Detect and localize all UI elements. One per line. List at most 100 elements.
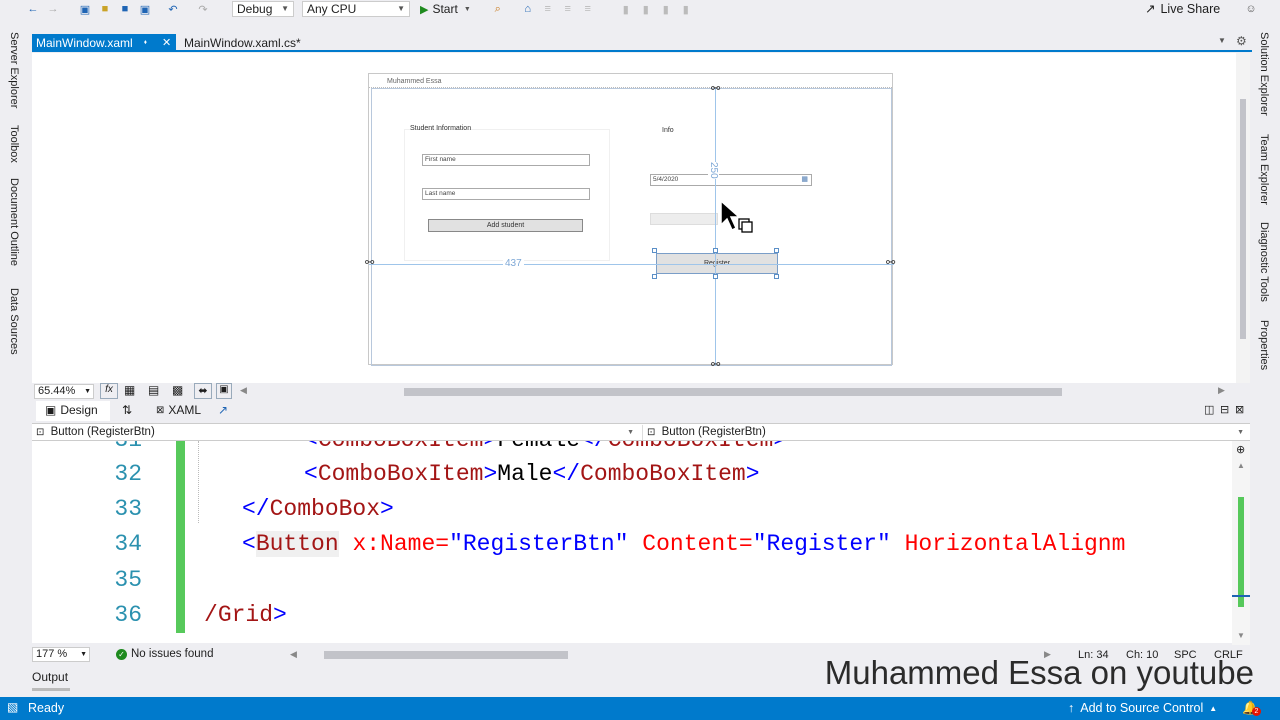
- chevron-down-icon: ▼: [281, 4, 289, 13]
- editor-vscroll-thumb[interactable]: [1238, 497, 1244, 607]
- swap-panes-icon[interactable]: ⇅: [122, 403, 132, 417]
- first-name-textbox[interactable]: First name: [422, 154, 590, 166]
- element-breadcrumb-left[interactable]: ⊡ Button (RegisterBtn) ▼: [32, 425, 638, 440]
- back-icon[interactable]: ←: [24, 1, 42, 17]
- resize-handle[interactable]: [652, 274, 657, 279]
- margin-anchor-left-icon[interactable]: ⚯: [365, 256, 374, 269]
- designer-vertical-scrollbar[interactable]: [1236, 53, 1250, 383]
- breadcrumb: ⊡ Button (RegisterBtn) ▼ ⊡ Button (Regis…: [32, 423, 1250, 441]
- issues-indicator[interactable]: ✓ No issues found: [116, 648, 213, 660]
- grid-icon[interactable]: ▦: [124, 383, 135, 397]
- save-icon[interactable]: ■: [116, 1, 134, 17]
- last-name-textbox[interactable]: Last name: [422, 188, 590, 200]
- forward-icon[interactable]: →: [44, 1, 62, 17]
- toolbar-icon-f[interactable]: ▮: [677, 1, 695, 17]
- editor-vertical-scrollbar[interactable]: ⊕ ▲ ▼: [1232, 441, 1250, 645]
- toolbar-icon-b[interactable]: ≡: [559, 1, 577, 17]
- settings-gear-icon[interactable]: ⚙: [1236, 34, 1247, 48]
- group-header: Student Information: [410, 125, 472, 132]
- code-token: ComboBoxItem: [318, 441, 484, 453]
- solution-explorer-tab[interactable]: Solution Explorer: [1258, 32, 1270, 116]
- popout-xaml-icon[interactable]: ↗: [218, 403, 228, 417]
- add-student-button[interactable]: Add student: [428, 219, 583, 232]
- home-icon[interactable]: ⌂: [519, 1, 537, 17]
- toolbar-icon-c[interactable]: ≡: [579, 1, 597, 17]
- left-tool-strip: Server Explorer Toolbox Document Outline…: [0, 30, 30, 370]
- properties-tab[interactable]: Properties: [1258, 320, 1270, 370]
- pin-icon[interactable]: ⬪: [144, 34, 147, 52]
- split-horizontal-icon[interactable]: ⊟: [1220, 403, 1229, 416]
- resize-handle[interactable]: [713, 248, 718, 253]
- tab-overflow-icon[interactable]: ▼: [1218, 36, 1226, 45]
- margin-anchor-top-icon[interactable]: ⚯: [711, 82, 720, 95]
- scroll-left-icon[interactable]: ◀: [240, 385, 247, 396]
- team-explorer-tab[interactable]: Team Explorer: [1258, 134, 1270, 205]
- scroll-right-icon[interactable]: ▶: [1218, 385, 1225, 396]
- editor-hscroll-thumb[interactable]: [324, 651, 568, 659]
- source-control-button[interactable]: ↑ Add to Source Control ▲: [1068, 701, 1217, 715]
- snap-lines-icon[interactable]: ⬌: [194, 383, 212, 399]
- server-explorer-tab[interactable]: Server Explorer: [8, 32, 20, 108]
- collapse-pane-icon[interactable]: ⊠: [1235, 403, 1244, 416]
- device-icon[interactable]: ▣: [216, 383, 232, 399]
- formula-icon[interactable]: fx: [100, 383, 118, 399]
- document-outline-tab[interactable]: Document Outline: [8, 178, 20, 266]
- start-button[interactable]: ▶ Start ▼: [420, 2, 471, 16]
- resize-handle[interactable]: [713, 274, 718, 279]
- config-dropdown[interactable]: Debug ▼: [232, 1, 294, 17]
- artboard-bg-icon[interactable]: ▩: [172, 383, 183, 397]
- resize-handle[interactable]: [774, 248, 779, 253]
- combobox-placeholder[interactable]: [650, 213, 718, 225]
- designer-vscroll-thumb[interactable]: [1240, 99, 1246, 339]
- scroll-down-icon[interactable]: ▼: [1237, 631, 1245, 640]
- calendar-icon[interactable]: ▦: [801, 175, 808, 185]
- redo-icon[interactable]: ↷: [194, 1, 212, 17]
- line-number: 34: [114, 531, 142, 557]
- element-breadcrumb-right[interactable]: ⊡ Button (RegisterBtn) ▼: [642, 425, 1248, 440]
- designer-zoom-dropdown[interactable]: 65.44% ▼: [34, 384, 94, 399]
- toolbox-tab[interactable]: Toolbox: [8, 125, 20, 163]
- undo-icon[interactable]: ↶: [164, 1, 182, 17]
- line-number: 36: [114, 602, 142, 628]
- tab-xaml[interactable]: ⊠ XAML: [156, 403, 201, 417]
- wpf-window[interactable]: Muhammed Essa Student Information First …: [365, 73, 895, 371]
- margin-anchor-bottom-icon[interactable]: ⚯: [711, 358, 720, 371]
- scroll-left-icon[interactable]: ◀: [290, 649, 297, 660]
- save-all-icon[interactable]: ▣: [136, 1, 154, 17]
- new-project-icon[interactable]: ▣: [76, 1, 94, 17]
- scroll-up-icon[interactable]: ▲: [1237, 461, 1245, 470]
- close-icon[interactable]: ✕: [162, 34, 171, 52]
- split-editor-icon[interactable]: ⊕: [1236, 443, 1245, 456]
- issues-label: No issues found: [131, 648, 214, 660]
- bookmark-icon[interactable]: ▮: [617, 1, 635, 17]
- toolbar-icon-a[interactable]: ≡: [539, 1, 557, 17]
- margin-anchor-right-icon[interactable]: ⚯: [886, 256, 895, 269]
- output-tab[interactable]: Output: [32, 670, 68, 684]
- date-picker[interactable]: 5/4/2020 ▦: [650, 174, 812, 186]
- tab-mainwindow-xaml[interactable]: MainWindow.xaml ⬪ ✕: [32, 34, 176, 52]
- platform-dropdown[interactable]: Any CPU ▼: [302, 1, 410, 17]
- xaml-designer[interactable]: Muhammed Essa Student Information First …: [32, 53, 1250, 383]
- arrow-up-icon: ↑: [1068, 701, 1075, 715]
- toolbar-icon-d[interactable]: ▮: [637, 1, 655, 17]
- split-vertical-icon[interactable]: ◫: [1204, 403, 1214, 416]
- resize-handle[interactable]: [652, 248, 657, 253]
- live-share-button[interactable]: ↗ Live Share: [1145, 1, 1220, 17]
- feedback-icon[interactable]: ☺: [1242, 1, 1260, 17]
- data-sources-tab[interactable]: Data Sources: [8, 288, 20, 355]
- diagnostic-tools-tab[interactable]: Diagnostic Tools: [1258, 222, 1270, 302]
- tab-label: MainWindow.xaml: [36, 36, 133, 50]
- resize-handle[interactable]: [774, 274, 779, 279]
- snap-grid-icon[interactable]: ▤: [148, 383, 159, 397]
- find-icon[interactable]: ⌕: [489, 1, 507, 17]
- tab-mainwindow-xaml-cs[interactable]: MainWindow.xaml.cs*: [180, 34, 310, 52]
- tab-design[interactable]: ▣ Design: [36, 401, 110, 421]
- toolbar-icon-e[interactable]: ▮: [657, 1, 675, 17]
- open-folder-icon[interactable]: ■: [96, 1, 114, 17]
- designer-hscroll-thumb[interactable]: [404, 388, 1062, 396]
- vertical-guide-line: [715, 88, 716, 366]
- xaml-code-editor[interactable]: 31 <ComboBoxItem>Female</ComboBoxItem> 3…: [32, 441, 1232, 643]
- editor-zoom-dropdown[interactable]: 177 % ▼: [32, 647, 90, 662]
- output-tab-underline: [32, 688, 70, 691]
- horizontal-margin-value: 437: [503, 258, 524, 269]
